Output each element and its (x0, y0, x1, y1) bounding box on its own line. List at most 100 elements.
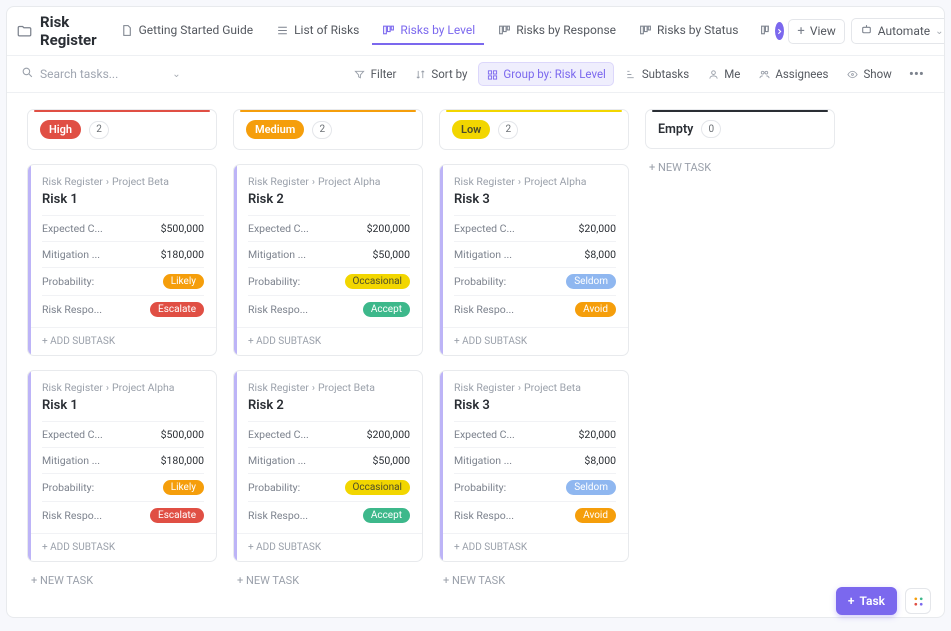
new-task-button[interactable]: + NEW TASK (27, 562, 217, 599)
column-header[interactable]: Medium 2 (233, 109, 423, 150)
create-task-fab[interactable]: + Task (836, 587, 897, 615)
probability-pill: Seldom (566, 274, 616, 289)
new-task-button[interactable]: + NEW TASK (233, 562, 423, 599)
risk-card[interactable]: Risk Register›Project Alpha Risk 3 Expec… (439, 164, 629, 356)
field-label: Risk Respo... (42, 303, 102, 316)
add-subtask-button[interactable]: + ADD SUBTASK (28, 533, 216, 561)
tab-risks-by-status[interactable]: Risks by Status (629, 17, 747, 45)
show-button[interactable]: Show (839, 63, 898, 85)
toolbar: Search tasks... ⌄ Filter Sort by Group (7, 56, 944, 93)
field-label: Probability: (42, 481, 94, 494)
add-subtask-button[interactable]: + ADD SUBTASK (28, 327, 216, 355)
tab-risks-by-level[interactable]: Risks by Level (372, 17, 484, 45)
grid-icon (912, 595, 925, 608)
response-pill: Escalate (150, 302, 204, 317)
column-header[interactable]: Empty 0 (645, 109, 835, 149)
field-label: Mitigation ... (454, 248, 512, 261)
group-button[interactable]: Group by: Risk Level (478, 62, 613, 86)
tab-list-of-risks[interactable]: List of Risks (266, 17, 368, 45)
eye-icon (846, 68, 858, 80)
card-title: Risk 1 (42, 398, 204, 413)
subtasks-button[interactable]: Subtasks (618, 63, 696, 85)
field-value: $8,000 (584, 454, 616, 467)
tab-label: Getting Started Guide (139, 23, 253, 37)
users-icon (758, 68, 770, 80)
column-count: 0 (701, 120, 721, 138)
fab-label: Task (860, 594, 886, 608)
field-label: Risk Respo... (248, 303, 308, 316)
breadcrumb: Risk Register›Project Beta (248, 381, 410, 394)
column-header[interactable]: High 2 (27, 109, 217, 150)
page-title: Risk Register (40, 13, 97, 49)
field-value: $200,000 (367, 222, 410, 235)
field-label: Mitigation ... (248, 248, 306, 261)
tab-risks-by-response[interactable]: Risks by Response (488, 17, 625, 45)
tab-costs[interactable]: Costs of (751, 17, 769, 45)
field-label: Mitigation ... (42, 248, 100, 261)
apps-button[interactable] (905, 588, 931, 614)
tabs-scroll-right[interactable] (775, 22, 784, 40)
search-icon (21, 66, 34, 82)
field-label: Probability: (454, 481, 506, 494)
tab-label: Risks by Response (516, 23, 616, 37)
field-value: $500,000 (161, 428, 204, 441)
field-value: $50,000 (373, 454, 410, 467)
tab-label: Risks by Status (657, 23, 738, 37)
level-label: Empty (658, 122, 693, 137)
level-badge: Low (452, 120, 490, 139)
card-title: Risk 3 (454, 398, 616, 413)
new-task-button[interactable]: + NEW TASK (645, 149, 835, 186)
column-medium: Medium 2 Risk Register›Project Alpha Ris… (233, 109, 423, 601)
probability-pill: Likely (163, 480, 204, 495)
risk-card[interactable]: Risk Register›Project Alpha Risk 2 Expec… (233, 164, 423, 356)
field-value: $8,000 (584, 248, 616, 261)
tab-label: List of Risks (294, 23, 359, 37)
breadcrumb: Risk Register›Project Alpha (248, 175, 410, 188)
breadcrumb: Risk Register›Project Alpha (454, 175, 616, 188)
field-label: Probability: (248, 481, 300, 494)
board-icon (760, 23, 769, 37)
more-button[interactable]: ••• (903, 63, 930, 85)
field-label: Expected C... (454, 428, 515, 441)
sort-button[interactable]: Sort by (407, 63, 474, 85)
automate-button[interactable]: Automate ⌄ (851, 18, 945, 44)
search-input[interactable]: Search tasks... ⌄ (21, 66, 181, 82)
add-subtask-button[interactable]: + ADD SUBTASK (234, 533, 422, 561)
sort-icon (414, 68, 426, 80)
field-value: $50,000 (373, 248, 410, 261)
add-subtask-button[interactable]: + ADD SUBTASK (440, 327, 628, 355)
card-title: Risk 3 (454, 192, 616, 207)
assignees-button[interactable]: Assignees (751, 63, 835, 85)
response-pill: Escalate (150, 508, 204, 523)
breadcrumb: Risk Register›Project Beta (42, 175, 204, 188)
field-label: Expected C... (42, 428, 103, 441)
level-badge: Medium (246, 120, 304, 139)
add-view-button[interactable]: + View (788, 19, 844, 44)
field-label: Expected C... (248, 222, 309, 235)
tab-getting-started[interactable]: Getting Started Guide (111, 17, 262, 45)
field-value: $20,000 (579, 222, 616, 235)
add-subtask-button[interactable]: + ADD SUBTASK (440, 533, 628, 561)
risk-card[interactable]: Risk Register›Project Beta Risk 3 Expect… (439, 370, 629, 562)
chevron-down-icon: ⌄ (935, 26, 943, 37)
board-icon (497, 23, 511, 37)
response-pill: Accept (363, 302, 410, 317)
add-subtask-button[interactable]: + ADD SUBTASK (234, 327, 422, 355)
board-icon (638, 23, 652, 37)
risk-card[interactable]: Risk Register›Project Alpha Risk 1 Expec… (27, 370, 217, 562)
group-label: Group by: Risk Level (503, 67, 605, 81)
column-header[interactable]: Low 2 (439, 109, 629, 150)
new-task-button[interactable]: + NEW TASK (439, 562, 629, 599)
field-value: $500,000 (161, 222, 204, 235)
assignees-label: Assignees (775, 67, 828, 81)
probability-pill: Likely (163, 274, 204, 289)
field-label: Expected C... (454, 222, 515, 235)
risk-card[interactable]: Risk Register›Project Beta Risk 1 Expect… (27, 164, 217, 356)
risk-card[interactable]: Risk Register›Project Beta Risk 2 Expect… (233, 370, 423, 562)
show-label: Show (863, 67, 891, 81)
column-count: 2 (89, 121, 109, 139)
card-title: Risk 2 (248, 192, 410, 207)
filter-button[interactable]: Filter (347, 63, 404, 85)
breadcrumb: Risk Register›Project Alpha (42, 381, 204, 394)
me-button[interactable]: Me (700, 63, 747, 85)
